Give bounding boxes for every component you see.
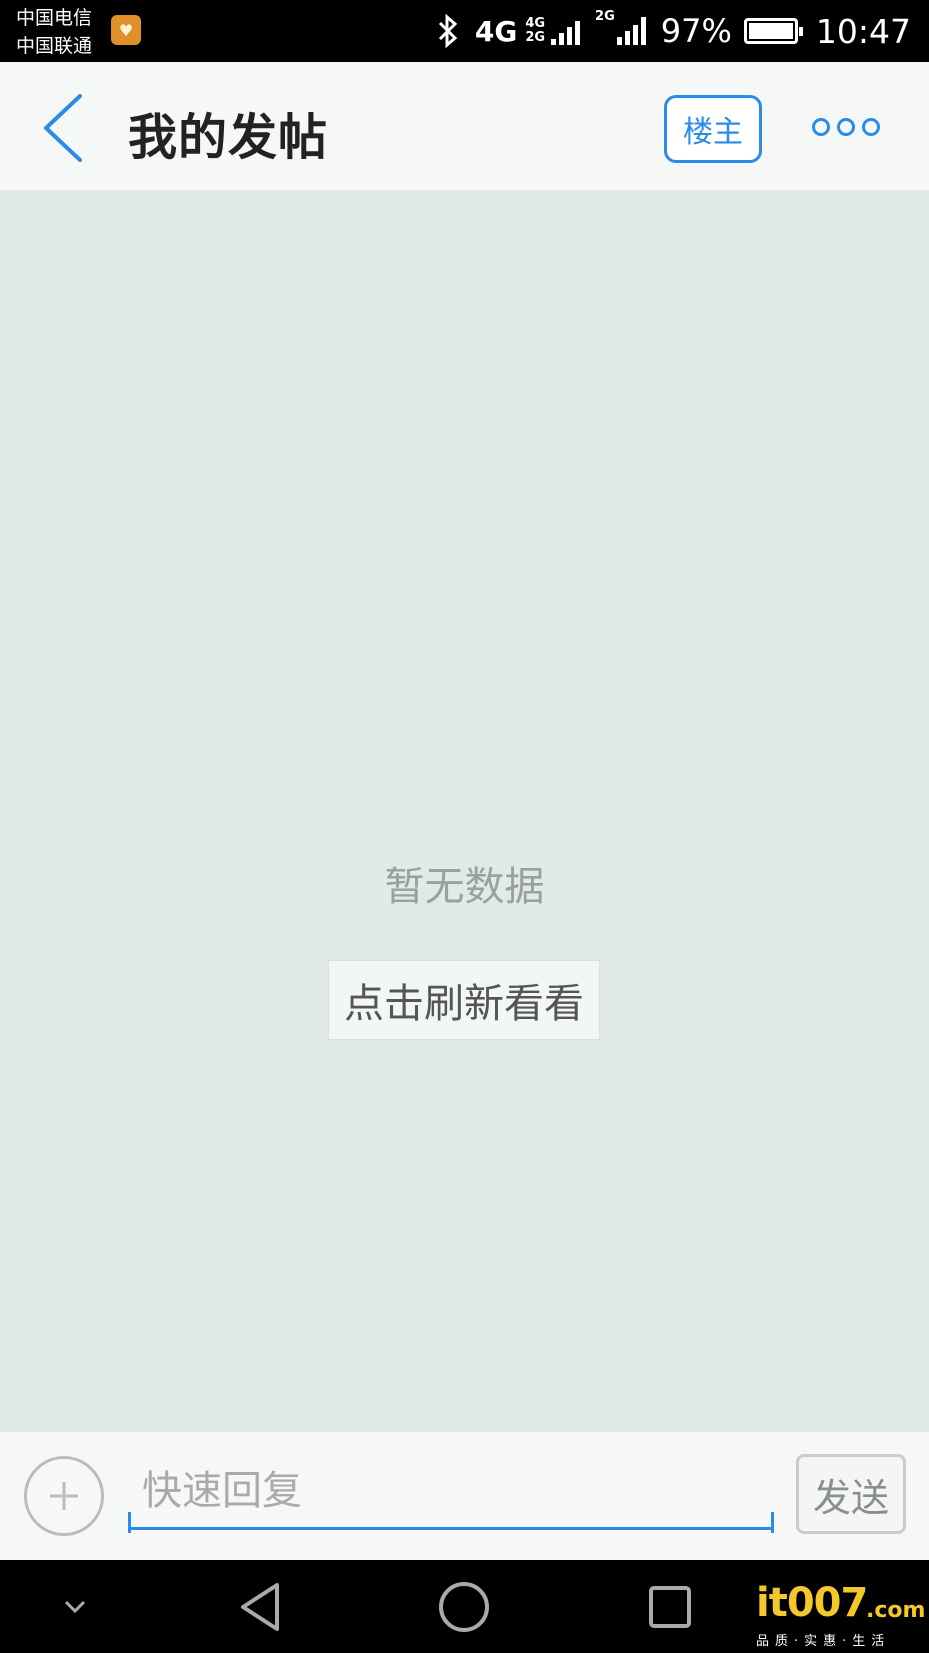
watermark-logo-text: it007 [756, 1580, 868, 1626]
battery-percent: 97% [660, 12, 732, 50]
network-4g-small: 4G [525, 16, 546, 31]
add-attachment-button[interactable] [24, 1456, 104, 1536]
reply-bar: 发送 [0, 1430, 929, 1560]
empty-state-text: 暂无数据 [384, 864, 545, 910]
collapse-button[interactable] [40, 1560, 110, 1653]
battery-icon [743, 18, 803, 44]
carrier-1: 中国电信 [16, 7, 93, 29]
back-triangle-icon [241, 1582, 279, 1631]
watermark-slogan: 品质·实惠·生活 [756, 1634, 891, 1649]
back-nav-button[interactable] [220, 1560, 300, 1653]
carrier-labels: 中国电信 中国联通 [16, 4, 92, 60]
refresh-button[interactable]: 点击刷新看看 [328, 960, 600, 1040]
recents-nav-button[interactable] [630, 1560, 710, 1653]
bluetooth-icon [438, 14, 458, 48]
signal-icon-2 [616, 17, 649, 45]
app-header: 我的发帖 楼主 [0, 62, 929, 192]
owner-only-button[interactable]: 楼主 [664, 95, 762, 163]
back-button[interactable] [36, 92, 92, 164]
home-circle-icon [439, 1581, 489, 1632]
network-2g-small: 2G [525, 30, 546, 45]
chevron-left-icon [44, 94, 82, 162]
signal-icon [551, 17, 583, 45]
input-underline-tick-right [771, 1512, 774, 1533]
plus-icon [50, 1482, 78, 1510]
watermark-logo: it007 .com 品质·实惠·生活 [756, 1580, 926, 1650]
recents-square-icon [649, 1585, 691, 1628]
clock: 10:47 [815, 11, 911, 51]
network-4g-label: 4G [474, 14, 518, 48]
post-list-area: 暂无数据 点击刷新看看 [0, 194, 929, 1430]
send-button[interactable]: 发送 [796, 1454, 906, 1534]
screen: 中国电信 中国联通 ♥ 4G 4G 2G 2G 97% 10:47 我的发帖 楼… [0, 0, 929, 1653]
watermark-domain: .com [866, 1598, 926, 1623]
app-notification-icon: ♥ [111, 15, 141, 45]
status-indicators: 4G 4G 2G 2G 97% 10:47 [435, 0, 911, 62]
collapse-icon [64, 1600, 86, 1613]
home-nav-button[interactable] [424, 1560, 504, 1653]
system-nav-bar: it007 .com 品质·实惠·生活 [0, 1560, 929, 1653]
carrier-2: 中国联通 [16, 35, 93, 57]
quick-reply-input[interactable] [128, 1454, 774, 1530]
status-bar: 中国电信 中国联通 ♥ 4G 4G 2G 2G 97% 10:47 [0, 0, 929, 62]
network-2g-label: 2G [595, 9, 615, 24]
more-dots-icon[interactable] [812, 110, 880, 144]
page-title: 我的发帖 [128, 109, 329, 166]
input-underline-tick-left [128, 1512, 131, 1533]
network-secondary: 4G 2G [525, 17, 547, 45]
